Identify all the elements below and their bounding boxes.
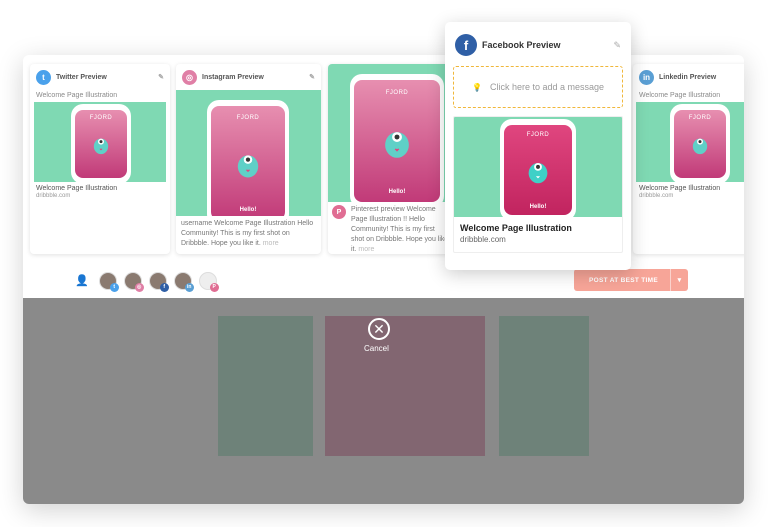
linkedin-preview-card[interactable]: in Linkedin Preview Welcome Page Illustr…: [633, 64, 744, 254]
card-subtitle: Welcome Page Illustration: [639, 92, 721, 99]
stage: t Twitter Preview ✎ Welcome Page Illustr…: [0, 0, 768, 527]
twitter-preview-card[interactable]: t Twitter Preview ✎ Welcome Page Illustr…: [30, 64, 170, 254]
instagram-preview-card[interactable]: ◎ Instagram Preview ✎ FJORD Hello! usern…: [176, 64, 321, 254]
post-button-label: POST AT BEST TIME: [589, 276, 659, 284]
app-window: t Twitter Preview ✎ Welcome Page Illustr…: [23, 55, 744, 504]
post-image: FJORD: [636, 102, 744, 182]
avatar[interactable]: in: [173, 271, 194, 292]
card-header: in Linkedin Preview: [633, 64, 744, 90]
card-title: Instagram Preview: [202, 73, 264, 81]
twitter-badge-icon: t: [109, 282, 119, 292]
robot-illustration: [93, 138, 109, 155]
action-bar: 👤 t ◎ f in P POST AT BEST TIME ▾: [23, 263, 744, 298]
link-title: Welcome Page Illustration: [36, 185, 118, 192]
edit-icon[interactable]: ✎: [309, 73, 315, 81]
phone-screen: FJORD Hello!: [211, 106, 285, 216]
link-source: dribbble.com: [639, 193, 674, 199]
phone-mockup: FJORD Hello!: [500, 119, 576, 217]
phone-screen: FJORD: [75, 110, 127, 178]
phone-mockup: FJORD: [71, 104, 131, 182]
instagram-badge-icon: ◎: [134, 282, 144, 292]
linkedin-badge-icon: in: [184, 282, 194, 292]
greeting-text: Hello!: [529, 203, 547, 210]
brand-text: FJORD: [526, 132, 550, 139]
add-person-icon[interactable]: 👤: [75, 274, 89, 287]
phone-screen: FJORD Hello!: [354, 80, 440, 202]
robot-illustration: [237, 155, 259, 178]
message-input[interactable]: 💡 Click here to add a message: [453, 66, 623, 108]
card-header: ◎ Instagram Preview ✎: [176, 64, 321, 90]
phone-mockup: FJORD Hello!: [207, 100, 289, 216]
avatar[interactable]: t: [98, 271, 119, 292]
pin-meta: P Pinterest preview Welcome Page Illustr…: [328, 202, 453, 254]
phone-screen: FJORD Hello!: [504, 125, 572, 215]
brand-text: FJORD: [236, 115, 260, 122]
avatar[interactable]: f: [148, 271, 169, 292]
lightbulb-icon: 💡: [471, 82, 482, 92]
card-title: Linkedin Preview: [659, 73, 717, 81]
more-link[interactable]: more: [263, 240, 279, 247]
card-header: t Twitter Preview ✎: [30, 64, 170, 90]
link-preview[interactable]: FJORD Hello! Welcome Page Illustration d…: [453, 116, 623, 253]
pinterest-badge-icon: P: [209, 282, 219, 292]
more-link[interactable]: more: [358, 246, 374, 253]
pinterest-preview-card[interactable]: FJORD Hello! P Pinterest preview Welcome…: [328, 64, 453, 254]
post-caption: Pinterest preview Welcome Page Illustrat…: [351, 205, 449, 254]
edit-icon[interactable]: ✎: [613, 40, 621, 51]
card-title: Twitter Preview: [56, 73, 107, 81]
post-at-best-time-button[interactable]: POST AT BEST TIME ▾: [574, 269, 688, 291]
link-title: Welcome Page Illustration: [639, 185, 721, 192]
chevron-down-icon[interactable]: ▾: [670, 269, 688, 291]
edit-icon[interactable]: ✎: [158, 73, 164, 81]
link-source: dribbble.com: [460, 235, 506, 244]
phone-screen: FJORD: [674, 110, 726, 178]
robot-illustration: [692, 138, 708, 155]
greeting-text: Hello!: [388, 188, 406, 195]
greeting-text: Hello!: [239, 207, 257, 214]
card-title: Pinterest preview: [351, 206, 405, 213]
phone-mockup: FJORD: [670, 104, 730, 182]
facebook-icon: f: [455, 34, 477, 56]
brand-text: FJORD: [688, 115, 712, 122]
avatar[interactable]: ◎: [123, 271, 144, 292]
robot-illustration: [528, 162, 548, 184]
avatar[interactable]: P: [198, 271, 219, 292]
cancel-label[interactable]: Cancel: [364, 344, 389, 353]
card-title: Facebook Preview: [482, 40, 561, 50]
link-source: dribbble.com: [36, 193, 71, 199]
facebook-badge-icon: f: [159, 282, 169, 292]
post-caption: username Welcome Page Illustration Hello…: [176, 216, 321, 252]
instagram-icon: ◎: [182, 69, 197, 85]
phone-mockup: FJORD Hello!: [350, 74, 444, 202]
message-placeholder: Click here to add a message: [489, 82, 605, 92]
linkedin-icon: in: [639, 69, 654, 85]
brand-text: FJORD: [89, 115, 113, 122]
robot-illustration: [385, 132, 409, 158]
post-image: FJORD Hello!: [176, 90, 321, 216]
post-image: FJORD Hello!: [454, 117, 622, 217]
link-title: Welcome Page Illustration: [460, 223, 572, 233]
close-icon[interactable]: ✕: [368, 318, 390, 340]
twitter-icon: t: [36, 69, 51, 85]
modal-overlay[interactable]: ✕ Cancel: [23, 298, 744, 504]
facebook-preview-card[interactable]: f Facebook Preview ✎ 💡 Click here to add…: [445, 22, 631, 270]
caption-text: username Welcome Page Illustration Hello…: [181, 220, 314, 247]
brand-text: FJORD: [385, 89, 409, 96]
pinterest-icon: P: [332, 205, 346, 219]
card-header: f Facebook Preview ✎: [445, 22, 631, 60]
card-subtitle: Welcome Page Illustration: [36, 92, 118, 99]
post-image: FJORD Hello!: [328, 64, 453, 202]
post-image: FJORD: [34, 102, 166, 182]
